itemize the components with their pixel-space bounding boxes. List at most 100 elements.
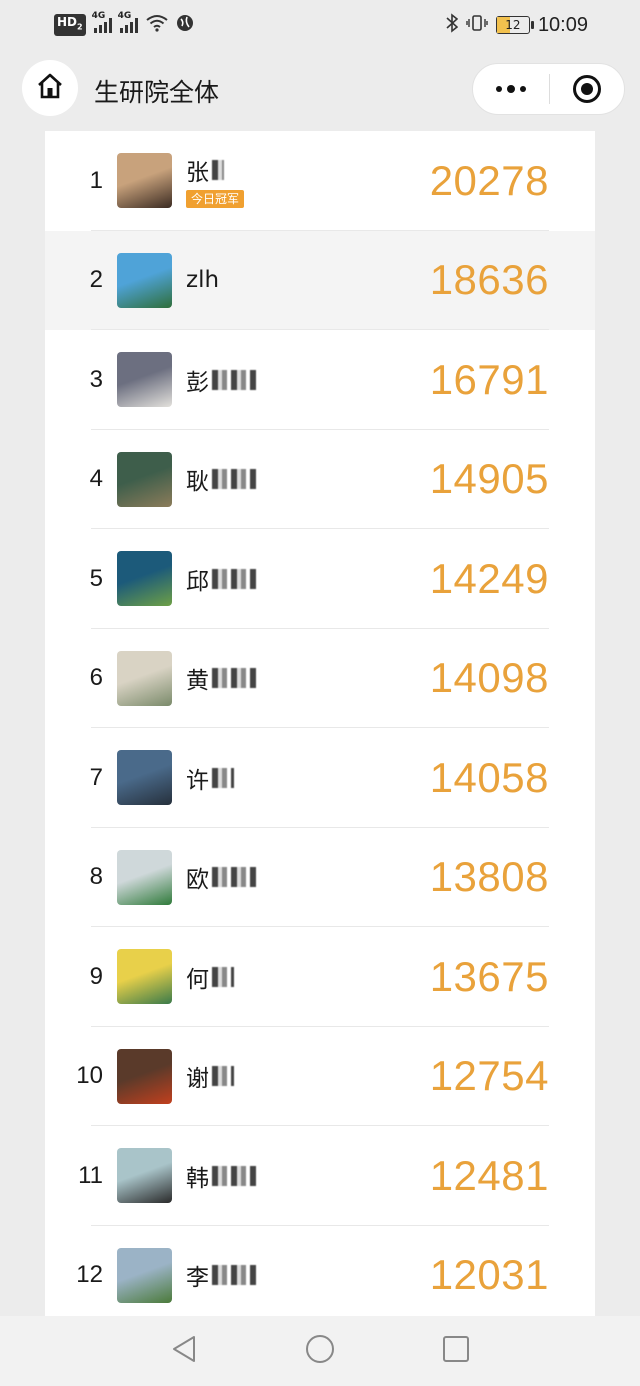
rank-number: 3 bbox=[89, 365, 103, 393]
rank-number: 1 bbox=[89, 166, 103, 194]
ranking-row[interactable]: 8 欧 13808 bbox=[45, 828, 595, 927]
step-count: 18636 bbox=[429, 256, 549, 304]
user-name: 许 bbox=[186, 761, 356, 795]
user-name-text: 许 bbox=[186, 767, 209, 794]
user-name-text: 李 bbox=[186, 1265, 209, 1292]
user-name: 张 bbox=[186, 153, 356, 187]
ranking-row[interactable]: 11 韩 12481 bbox=[45, 1126, 595, 1226]
user-name-text: 何 bbox=[186, 966, 209, 993]
ranking-row[interactable]: 1 张今日冠军 20278 bbox=[45, 131, 595, 231]
user-name-text: 张 bbox=[186, 160, 209, 187]
rank-number: 11 bbox=[78, 1161, 103, 1189]
name-column: 黄 bbox=[186, 661, 356, 695]
avatar[interactable] bbox=[117, 451, 172, 507]
signal-sim1-icon: 4G bbox=[92, 11, 112, 33]
ranking-list: 1 张今日冠军 20278 2 zlh 18636 3 彭 16791 4 耿 14905 5 邱 1424… bbox=[45, 131, 595, 1316]
avatar[interactable] bbox=[117, 1247, 172, 1303]
bluetooth-icon bbox=[446, 13, 459, 37]
circle-home-icon bbox=[304, 1333, 336, 1369]
avatar[interactable] bbox=[117, 153, 172, 209]
mini-program-capsule bbox=[472, 63, 625, 115]
name-column: 彭 bbox=[186, 363, 356, 397]
name-column: 韩 bbox=[186, 1159, 356, 1193]
rank-number: 7 bbox=[89, 763, 103, 791]
step-count: 12481 bbox=[429, 1151, 549, 1199]
user-name: 邱 bbox=[186, 562, 356, 596]
user-name: 耿 bbox=[186, 462, 356, 496]
status-right: 12 10:09 bbox=[446, 13, 588, 37]
name-column: 邱 bbox=[186, 562, 356, 596]
user-name: 黄 bbox=[186, 661, 356, 695]
name-mosaic bbox=[212, 867, 256, 888]
ranking-row[interactable]: 5 邱 14249 bbox=[45, 529, 595, 629]
rank-number: 4 bbox=[89, 465, 103, 493]
ranking-row[interactable]: 10 谢 12754 bbox=[45, 1027, 595, 1126]
step-count: 14058 bbox=[429, 753, 549, 801]
rank-number: 10 bbox=[76, 1062, 103, 1090]
status-time: 10:09 bbox=[537, 13, 588, 36]
name-mosaic bbox=[212, 1265, 256, 1286]
step-count: 14249 bbox=[429, 554, 549, 602]
avatar[interactable] bbox=[117, 949, 172, 1005]
rank-number: 12 bbox=[76, 1261, 103, 1289]
user-name: 谢 bbox=[186, 1059, 356, 1093]
system-home-button[interactable] bbox=[297, 1328, 343, 1374]
rank-number: 9 bbox=[89, 962, 103, 990]
user-name-text: 耿 bbox=[186, 469, 209, 496]
name-column: zlh bbox=[186, 267, 356, 293]
step-count: 12754 bbox=[429, 1052, 549, 1100]
ranking-row[interactable]: 2 zlh 18636 bbox=[45, 230, 595, 330]
user-name: 欧 bbox=[186, 860, 356, 894]
rank-number: 6 bbox=[89, 664, 103, 692]
ranking-row[interactable]: 9 何 13675 bbox=[45, 927, 595, 1027]
name-mosaic bbox=[212, 160, 224, 181]
step-count: 20278 bbox=[429, 156, 549, 204]
avatar[interactable] bbox=[117, 1048, 172, 1104]
rank-number: 8 bbox=[89, 863, 103, 891]
name-column: 张今日冠军 bbox=[186, 153, 356, 209]
name-column: 欧 bbox=[186, 860, 356, 894]
ranking-row[interactable]: 3 彭 16791 bbox=[45, 330, 595, 430]
name-column: 谢 bbox=[186, 1059, 356, 1093]
ranking-row[interactable]: 6 黄 14098 bbox=[45, 629, 595, 728]
signal-sim2-icon: 4G bbox=[118, 11, 138, 33]
close-mini-program-button[interactable] bbox=[550, 64, 624, 114]
hd-badge: HD2 bbox=[54, 14, 86, 36]
ranking-row[interactable]: 4 耿 14905 bbox=[45, 430, 595, 529]
step-count: 14905 bbox=[429, 455, 549, 503]
home-icon bbox=[36, 73, 64, 103]
step-count: 12031 bbox=[429, 1251, 549, 1299]
avatar[interactable] bbox=[117, 352, 172, 408]
step-count: 13808 bbox=[429, 853, 549, 901]
page-title: 生研院全体 bbox=[94, 78, 220, 107]
vibrate-icon bbox=[466, 14, 488, 36]
status-bar: HD2 4G 4G 12 10:09 bbox=[0, 0, 640, 50]
avatar[interactable] bbox=[117, 1148, 172, 1204]
avatar[interactable] bbox=[117, 750, 172, 806]
name-column: 李 bbox=[186, 1258, 356, 1292]
user-name: zlh bbox=[186, 267, 356, 293]
more-dots-icon bbox=[496, 85, 526, 93]
user-name: 韩 bbox=[186, 1159, 356, 1193]
name-mosaic bbox=[212, 767, 234, 788]
square-recents-icon bbox=[442, 1335, 470, 1367]
avatar[interactable] bbox=[117, 252, 172, 308]
ranking-row[interactable]: 12 李 12031 bbox=[45, 1226, 595, 1317]
user-name-text: zlh bbox=[186, 267, 220, 294]
status-left: HD2 4G 4G bbox=[54, 11, 194, 36]
home-button[interactable] bbox=[22, 60, 78, 116]
more-button[interactable] bbox=[473, 64, 549, 114]
triangle-back-icon bbox=[170, 1334, 198, 1368]
name-column: 许 bbox=[186, 761, 356, 795]
avatar[interactable] bbox=[117, 650, 172, 706]
name-mosaic bbox=[212, 369, 256, 390]
avatar[interactable] bbox=[117, 849, 172, 905]
avatar[interactable] bbox=[117, 551, 172, 607]
ranking-row[interactable]: 7 许 14058 bbox=[45, 728, 595, 828]
name-mosaic bbox=[212, 1066, 234, 1087]
user-name-text: 欧 bbox=[186, 867, 209, 894]
recents-button[interactable] bbox=[433, 1328, 479, 1374]
user-name-text: 韩 bbox=[186, 1165, 209, 1192]
back-button[interactable] bbox=[161, 1328, 207, 1374]
name-mosaic bbox=[212, 1165, 256, 1186]
